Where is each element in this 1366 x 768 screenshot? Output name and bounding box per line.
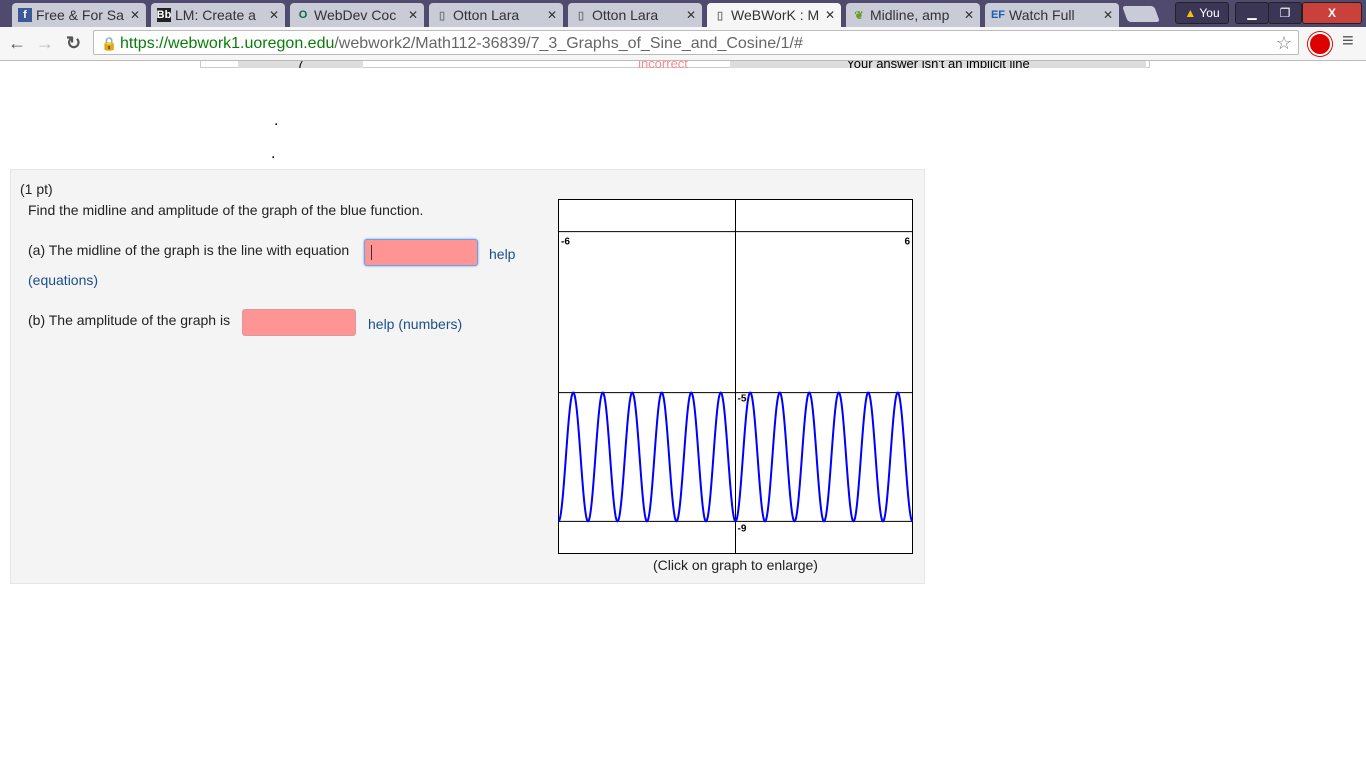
forward-button[interactable]: → <box>36 33 54 54</box>
adblock-icon[interactable] <box>1308 32 1332 56</box>
opera-icon: O <box>298 9 308 21</box>
close-tab-icon[interactable]: ✕ <box>269 8 279 22</box>
ef-icon: EF <box>990 9 1006 21</box>
close-tab-icon[interactable]: ✕ <box>1103 8 1113 22</box>
close-window-button[interactable]: X <box>1302 2 1362 24</box>
browser-tab[interactable]: O WebDev Coc ✕ <box>290 3 424 27</box>
problem-panel: (1 pt) Find the midline and amplitude of… <box>10 169 925 584</box>
tick-label: -5 <box>738 394 747 405</box>
tick-label: 6 <box>904 237 910 248</box>
close-tab-icon[interactable]: ✕ <box>408 8 418 22</box>
dot: . <box>274 112 279 129</box>
back-button[interactable]: ← <box>8 33 26 54</box>
tab-label: Free & For Sa <box>36 7 124 23</box>
part-a-label: (a) The midline of the graph is the line… <box>28 242 350 258</box>
help-equations-link-2[interactable]: (equations) <box>28 272 98 288</box>
tab-label: Midline, amp <box>870 7 950 23</box>
tab-label: WebDev Coc <box>314 7 397 23</box>
amplitude-answer-input[interactable] <box>242 309 356 336</box>
browser-tab[interactable]: EF Watch Full ✕ <box>985 3 1119 27</box>
blackboard-icon: Bb <box>156 8 172 22</box>
tab-label: Otton Lara <box>453 7 520 23</box>
tick-label: -9 <box>738 523 747 534</box>
new-tab-button[interactable] <box>1122 6 1160 22</box>
result-message: Your answer isn't an implicit line <box>730 61 1146 68</box>
browser-tab[interactable]: ▯ Otton Lara ✕ <box>429 3 563 27</box>
close-tab-icon[interactable]: ✕ <box>686 8 696 22</box>
browser-toolbar: ← → ↻ 🔒 https://webwork1.uoregon.edu/web… <box>0 27 1366 61</box>
minimize-button[interactable]: ▁ <box>1235 2 1269 24</box>
tick-label: -6 <box>561 237 570 248</box>
close-tab-icon[interactable]: ✕ <box>130 8 140 22</box>
tab-label: Otton Lara <box>592 7 659 23</box>
result-status: incorrect <box>598 61 728 68</box>
url-path: /webwork2/Math112-36839/7_3_Graphs_of_Si… <box>334 35 803 52</box>
browser-tab[interactable]: Bb LM: Create a ✕ <box>151 3 285 27</box>
function-graph[interactable]: -6 6 -5 -9 <box>558 199 913 554</box>
previous-results-table: 7 incorrect Your answer isn't an implici… <box>0 61 1366 68</box>
leaf-icon: ❦ <box>854 9 864 22</box>
dot: . <box>271 145 276 162</box>
lock-icon: 🔒 <box>101 36 118 51</box>
browser-tab[interactable]: ▯ WeBWorK : M ✕ <box>707 3 841 27</box>
warning-icon: ▲ <box>1184 6 1197 20</box>
help-numbers-link[interactable]: help (numbers) <box>368 316 462 332</box>
bookmark-star-icon[interactable]: ☆ <box>1276 31 1292 56</box>
tab-label: LM: Create a <box>175 7 256 23</box>
browser-tab[interactable]: ❦ Midline, amp ✕ <box>846 3 980 27</box>
browser-tab[interactable]: ▯ Otton Lara ✕ <box>568 3 702 27</box>
close-tab-icon[interactable]: ✕ <box>825 8 835 22</box>
menu-icon[interactable]: ≡ <box>1342 30 1354 53</box>
address-bar[interactable]: 🔒 https://webwork1.uoregon.edu/webwork2/… <box>93 30 1299 55</box>
result-number: 7 <box>238 61 363 68</box>
tab-strip: f Free & For Sa ✕ Bb LM: Create a ✕ O WebDev Co… <box>0 0 1366 27</box>
url-host: https://webwork1.uoregon.edu <box>120 35 335 52</box>
problem-points: (1 pt) <box>20 181 53 197</box>
profile-button[interactable]: ▲ You <box>1175 2 1229 24</box>
facebook-icon: f <box>18 8 32 22</box>
reload-button[interactable]: ↻ <box>66 33 81 54</box>
tab-label: Watch Full <box>1009 7 1075 23</box>
restore-button[interactable]: ❐ <box>1268 2 1302 24</box>
close-tab-icon[interactable]: ✕ <box>964 8 974 22</box>
page-icon: ▯ <box>577 9 585 22</box>
tab-label: WeBWorK : M <box>731 7 820 23</box>
midline-answer-input[interactable] <box>364 239 478 266</box>
help-equations-link[interactable]: help <box>489 246 515 262</box>
part-b-label: (b) The amplitude of the graph is <box>28 312 231 328</box>
browser-tab[interactable]: f Free & For Sa ✕ <box>12 3 146 27</box>
problem-prompt: Find the midline and amplitude of the gr… <box>28 202 424 218</box>
close-tab-icon[interactable]: ✕ <box>547 8 557 22</box>
page-icon: ▯ <box>716 9 724 22</box>
graph-caption: (Click on graph to enlarge) <box>653 557 818 573</box>
page-icon: ▯ <box>438 9 446 22</box>
